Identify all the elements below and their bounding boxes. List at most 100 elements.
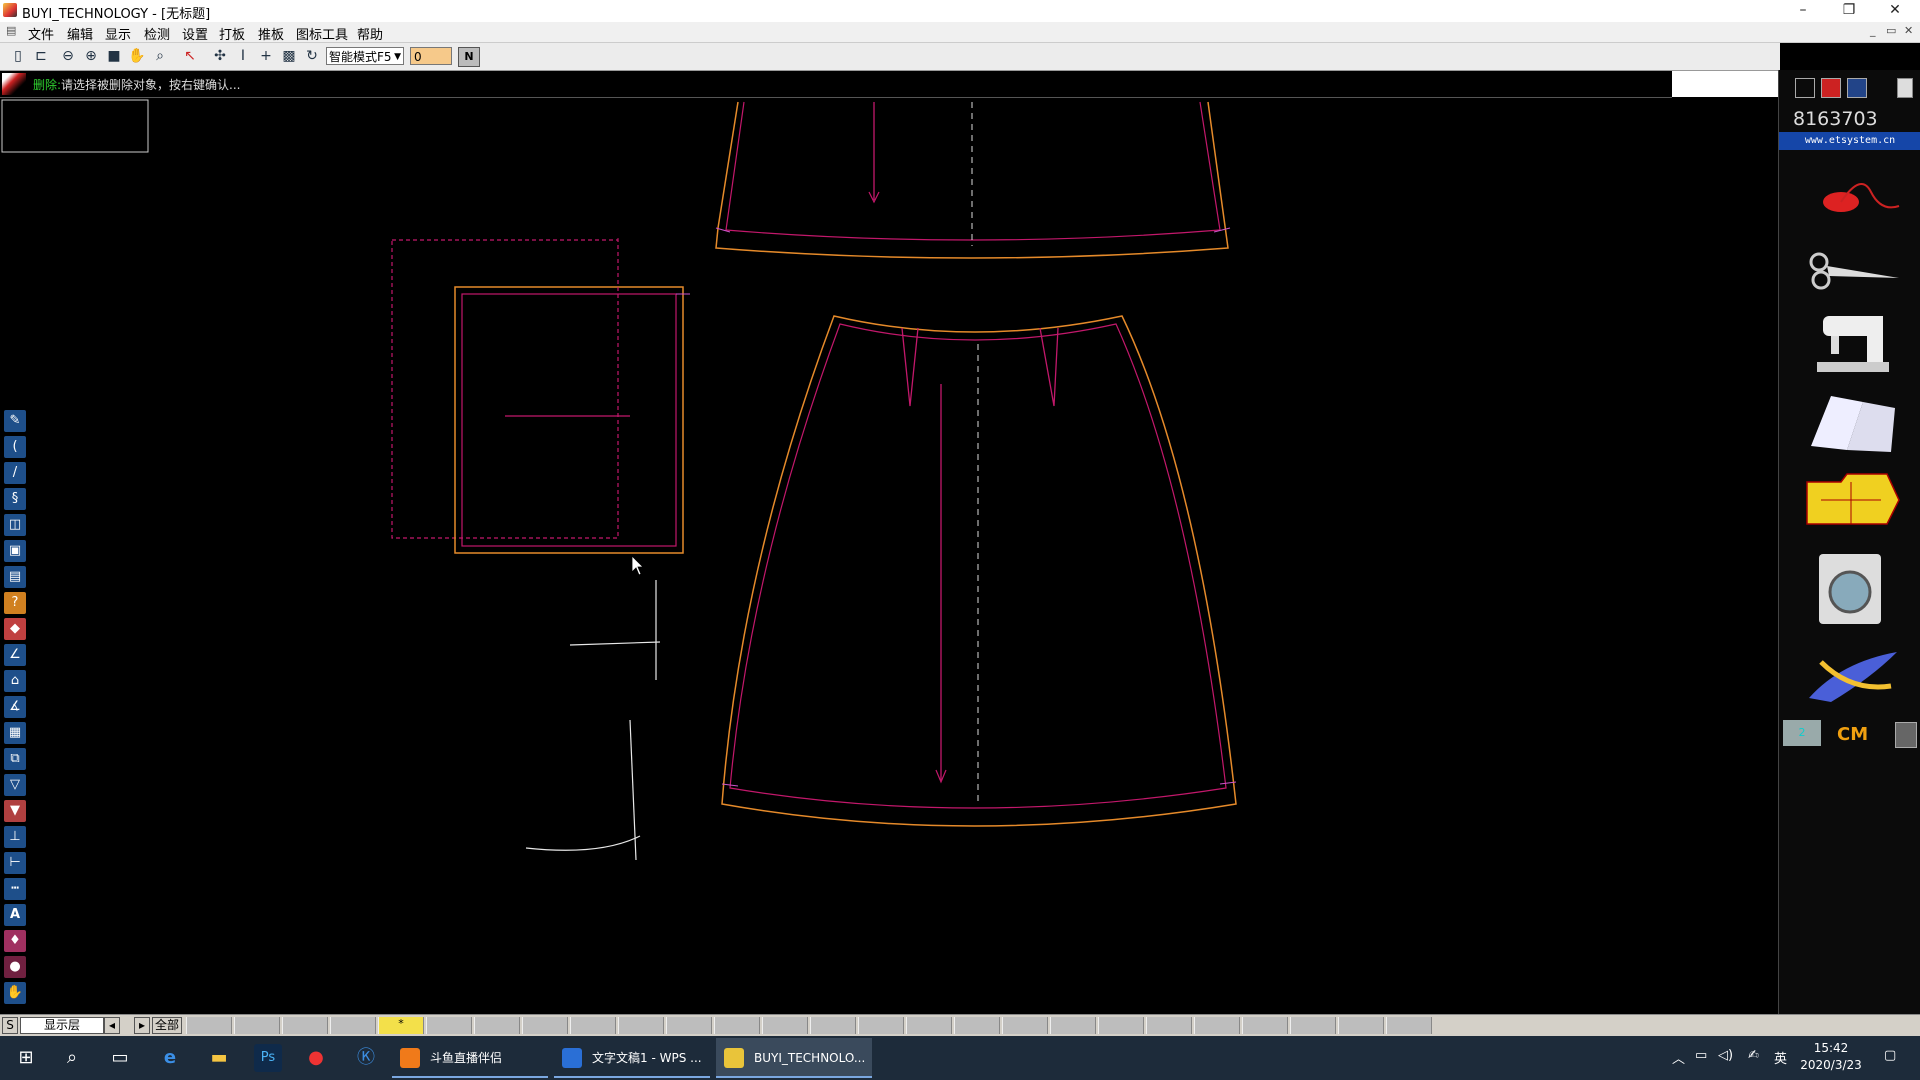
live-tool-icon[interactable]: ● xyxy=(302,1044,330,1072)
restore-button[interactable]: ❐ xyxy=(1826,0,1872,22)
pan-hand-icon[interactable]: ✋ xyxy=(127,46,147,66)
windows-start-icon[interactable]: ⊞ xyxy=(12,1044,40,1072)
layer-slot[interactable] xyxy=(1194,1017,1240,1034)
layer-slot[interactable] xyxy=(666,1017,712,1034)
folder-pattern-icon[interactable] xyxy=(1801,466,1901,536)
all-layers-button[interactable]: 全部 xyxy=(152,1017,182,1034)
layer-slot[interactable] xyxy=(810,1017,856,1034)
layer-slot[interactable]: * xyxy=(378,1017,424,1034)
layer-slot[interactable] xyxy=(618,1017,664,1034)
taskbar-app-douyu[interactable]: 斗鱼直播伴侣 xyxy=(392,1038,548,1078)
unit-label[interactable]: CM xyxy=(1837,724,1868,745)
notch-tool-icon[interactable]: ⊥ xyxy=(4,826,26,848)
layer-slot[interactable] xyxy=(1386,1017,1432,1034)
minimize-button[interactable]: – xyxy=(1780,0,1826,22)
zoom-out-icon[interactable]: ⊖ xyxy=(58,46,78,66)
crosshair-icon[interactable]: + xyxy=(256,46,276,66)
question-tool-icon[interactable]: ? xyxy=(4,592,26,614)
fit-screen-icon[interactable]: ■ xyxy=(104,46,124,66)
fill-tool-icon[interactable]: ◆ xyxy=(4,618,26,640)
zoom-in-icon[interactable]: ⊕ xyxy=(81,46,101,66)
screen-icon[interactable] xyxy=(1847,78,1867,98)
layer-slot[interactable] xyxy=(858,1017,904,1034)
move-icon[interactable]: ✣ xyxy=(210,46,230,66)
file-explorer-icon[interactable]: ▬ xyxy=(205,1044,233,1072)
layer-slot[interactable] xyxy=(1098,1017,1144,1034)
mdi-close-button[interactable]: ✕ xyxy=(1904,24,1913,37)
layer-slot[interactable] xyxy=(1050,1017,1096,1034)
clock[interactable]: 15:42 2020/3/23 xyxy=(1786,1040,1876,1074)
angle-tool-icon[interactable]: ∡ xyxy=(4,696,26,718)
menu-pattern[interactable]: 打板 xyxy=(219,24,245,43)
smart-pen-icon[interactable]: ✎ xyxy=(4,410,26,432)
new-file-icon[interactable]: ▯ xyxy=(8,46,28,66)
layer-slot[interactable] xyxy=(954,1017,1000,1034)
dashed-line-tool-icon[interactable]: ┅ xyxy=(4,878,26,900)
menu-view[interactable]: 显示 xyxy=(105,24,131,43)
pin-tool-icon[interactable]: ● xyxy=(4,956,26,978)
menu-help[interactable]: 帮助 xyxy=(357,24,383,43)
notification-icon[interactable]: ▢ xyxy=(1884,1048,1896,1063)
mdi-doc-icon[interactable]: ▤ xyxy=(6,24,16,37)
layer-slot[interactable] xyxy=(282,1017,328,1034)
rect-tool-icon[interactable]: ▣ xyxy=(4,540,26,562)
n-button[interactable]: N xyxy=(458,47,480,67)
piece-tool-icon[interactable]: ▤ xyxy=(4,566,26,588)
website-link[interactable]: www.etsystem.cn xyxy=(1779,132,1920,150)
text-tool-icon[interactable]: A xyxy=(4,904,26,926)
layer-slot[interactable] xyxy=(762,1017,808,1034)
layer-slot[interactable] xyxy=(1242,1017,1288,1034)
edge-browser-icon[interactable]: e xyxy=(156,1044,184,1072)
layer-slot[interactable] xyxy=(714,1017,760,1034)
menu-edit[interactable]: 编辑 xyxy=(67,24,93,43)
layer-slot[interactable] xyxy=(570,1017,616,1034)
menu-file[interactable]: 文件 xyxy=(28,24,54,43)
drawing-canvas[interactable] xyxy=(0,98,1776,1014)
number-input[interactable]: 0 xyxy=(410,47,452,65)
measure-tool-icon[interactable]: ∠ xyxy=(4,644,26,666)
taskbar-app-wps[interactable]: 文字文稿1 - WPS ... xyxy=(554,1038,710,1078)
window-icon[interactable] xyxy=(1795,78,1815,98)
zoom-window-icon[interactable]: ⌕ xyxy=(150,46,170,66)
menu-check[interactable]: 检测 xyxy=(144,24,170,43)
layer-slot[interactable] xyxy=(1338,1017,1384,1034)
arc-tool-icon[interactable]: ( xyxy=(4,436,26,458)
search-icon[interactable]: ⌕ xyxy=(58,1044,86,1072)
photoshop-icon[interactable]: Ps xyxy=(254,1044,282,1072)
grid-icon[interactable]: ▩ xyxy=(279,46,299,66)
layer-slot[interactable] xyxy=(474,1017,520,1034)
pleat-tool-icon[interactable]: ▼ xyxy=(4,800,26,822)
align-icon[interactable]: I xyxy=(233,46,253,66)
menu-grading[interactable]: 推板 xyxy=(258,24,284,43)
layer-number[interactable]: 2 xyxy=(1783,720,1821,746)
panel-menu-icon[interactable] xyxy=(1897,78,1913,98)
mode-select[interactable]: 智能模式F5 ▼ xyxy=(326,47,404,65)
calculator-icon[interactable] xyxy=(1895,722,1917,748)
task-view-icon[interactable]: ▭ xyxy=(106,1044,134,1072)
layer-slot[interactable] xyxy=(1002,1017,1048,1034)
scissors-icon[interactable] xyxy=(1801,232,1901,302)
save-tool-icon[interactable]: ▦ xyxy=(4,722,26,744)
thread-spool-icon[interactable] xyxy=(1801,162,1901,232)
network-icon[interactable]: ▭ xyxy=(1695,1048,1707,1063)
layer-slot[interactable] xyxy=(186,1017,232,1034)
tray-chevron-icon[interactable]: ︿ xyxy=(1672,1048,1685,1067)
layer-slot[interactable] xyxy=(1290,1017,1336,1034)
menu-settings[interactable]: 设置 xyxy=(182,24,208,43)
mdi-restore-button[interactable]: ▭ xyxy=(1886,24,1896,37)
dart-tool-icon[interactable]: ▽ xyxy=(4,774,26,796)
rotate-icon[interactable]: ↻ xyxy=(302,46,322,66)
flag-icon[interactable] xyxy=(1821,78,1841,98)
sewing-machine-icon[interactable] xyxy=(1801,306,1901,376)
hand-tool-icon[interactable]: ✋ xyxy=(4,982,26,1004)
mirror-tool-icon[interactable]: ⌂ xyxy=(4,670,26,692)
pen-icon[interactable]: ✍ xyxy=(1748,1048,1759,1063)
line-tool-icon[interactable]: / xyxy=(4,462,26,484)
layer-slot[interactable] xyxy=(426,1017,472,1034)
layer-slot[interactable] xyxy=(330,1017,376,1034)
delete-select-icon[interactable]: ↖ xyxy=(180,46,200,66)
layer-next-button[interactable]: ▸ xyxy=(134,1017,150,1034)
measuring-tape-icon[interactable] xyxy=(1801,642,1901,712)
layer-slot[interactable] xyxy=(234,1017,280,1034)
layer-prev-button[interactable]: ◂ xyxy=(104,1017,120,1034)
